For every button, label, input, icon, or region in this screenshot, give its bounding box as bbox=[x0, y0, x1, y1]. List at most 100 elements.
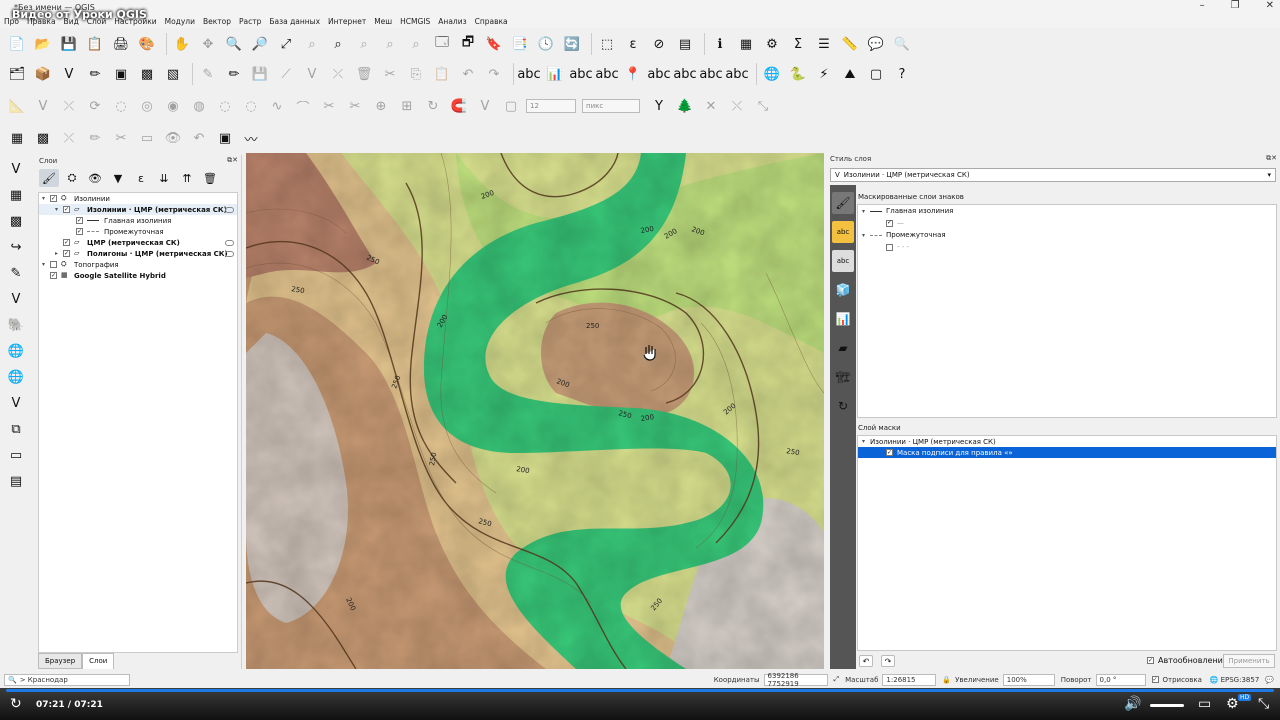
layer-styling-toggle-icon[interactable]: 🖌 bbox=[39, 169, 59, 187]
add-ring-icon[interactable]: ◎ bbox=[136, 95, 158, 117]
layer-tree-row[interactable]: ✓ Промежуточная bbox=[39, 226, 237, 237]
deselect-icon[interactable]: ⊘ bbox=[648, 33, 670, 55]
label-rotate-icon[interactable]: abc bbox=[647, 63, 670, 85]
menu-item[interactable]: Модули bbox=[165, 17, 195, 26]
auto-update-checkbox[interactable]: ✓ bbox=[1147, 657, 1154, 664]
add-delimited-text-icon[interactable]: ↪ bbox=[4, 236, 28, 258]
menu-item[interactable]: Вектор bbox=[203, 17, 231, 26]
select-features-icon[interactable]: ⬚ bbox=[596, 33, 618, 55]
rotate-feature-icon[interactable]: ⟳ bbox=[84, 95, 106, 117]
snap-type-icon[interactable]: ▢ bbox=[500, 95, 522, 117]
modify-attributes-icon[interactable]: ⤫ bbox=[327, 63, 349, 85]
add-spatialite-icon[interactable]: V bbox=[4, 288, 28, 310]
add-part-icon[interactable]: ◉ bbox=[162, 95, 184, 117]
scale-field[interactable]: 1:26815 bbox=[882, 673, 937, 686]
fill-ring-icon[interactable]: ◍ bbox=[188, 95, 210, 117]
paste-icon[interactable]: 📋 bbox=[431, 63, 453, 85]
layer-visibility-checkbox[interactable]: ✓ bbox=[63, 239, 70, 246]
manage-map-themes-icon[interactable]: 👁 bbox=[85, 169, 105, 187]
temporal-icon[interactable]: 🕓 bbox=[535, 33, 557, 55]
layer-tree-row[interactable]: ▸ ✓ ▱ Полигоны · ЦМР (метрическая СК) bbox=[39, 248, 237, 259]
processing-icon[interactable]: ⚙ bbox=[761, 33, 783, 55]
fullscreen-icon[interactable]: ⤡ bbox=[1258, 696, 1269, 712]
layer-tree-row[interactable]: ✓ Главная изолиния bbox=[39, 215, 237, 226]
plugin2-icon[interactable]: ▢ bbox=[865, 63, 887, 85]
pan-to-selection-icon[interactable]: ✥ bbox=[197, 33, 219, 55]
layer-tree-row[interactable]: ▾ ⛭ Топография bbox=[39, 259, 237, 270]
expand-arrow-icon[interactable]: ▾ bbox=[862, 208, 870, 215]
contour-icon[interactable]: 〰 bbox=[240, 127, 262, 149]
snap-tolerance-field[interactable]: 12 bbox=[526, 99, 576, 113]
save-as-icon[interactable]: 📋 bbox=[84, 33, 106, 55]
replay-icon[interactable]: ↻ bbox=[10, 696, 22, 712]
delete-ring-icon[interactable]: ◌ bbox=[214, 95, 236, 117]
identify-icon[interactable]: ℹ bbox=[709, 33, 731, 55]
zoom-full-icon[interactable]: ⤢ bbox=[275, 33, 297, 55]
add-wcs-icon[interactable]: V bbox=[4, 392, 28, 414]
labels-icon[interactable]: abc bbox=[832, 221, 854, 243]
open-attribute-icon[interactable]: ▤ bbox=[674, 33, 696, 55]
new-virtual-layer-icon[interactable]: ▩ bbox=[136, 63, 158, 85]
redo-icon[interactable]: ↷ bbox=[483, 63, 505, 85]
layer-styling-icon[interactable]: ▣ bbox=[214, 127, 236, 149]
expand-arrow-icon[interactable]: ▾ bbox=[862, 438, 870, 445]
new-geopackage-icon[interactable]: 📦 bbox=[32, 63, 54, 85]
undo2-icon[interactable]: ↶ bbox=[188, 127, 210, 149]
new-spatialite-icon[interactable]: ✏ bbox=[84, 63, 106, 85]
split-parts-icon[interactable]: ✂ bbox=[344, 95, 366, 117]
select-expression-icon[interactable]: ε bbox=[622, 33, 644, 55]
grid-color-icon[interactable]: ▩ bbox=[32, 127, 54, 149]
cut-label-icon[interactable]: ✂ bbox=[110, 127, 132, 149]
layer-indicator-icon[interactable] bbox=[225, 239, 234, 246]
visibility-icon[interactable]: 👁 bbox=[162, 127, 184, 149]
undo-icon[interactable]: ↶ bbox=[457, 63, 479, 85]
mask-checkbox[interactable]: ✓ bbox=[886, 449, 893, 456]
miniplayer-icon[interactable]: ▭ bbox=[1198, 696, 1211, 712]
layer-select[interactable]: V Изолинии · ЦМР (метрическая СК) ▾ bbox=[830, 168, 1276, 182]
expand-arrow-icon[interactable]: ▾ bbox=[55, 206, 63, 213]
video-progress-bar[interactable] bbox=[6, 689, 1274, 692]
merge-icon[interactable]: ⊕ bbox=[370, 95, 392, 117]
history-icon[interactable]: 🏗 bbox=[832, 366, 854, 388]
mask-layer-row[interactable]: ✓ Маска подписи для правила «» bbox=[858, 447, 1276, 458]
layer-visibility-checkbox[interactable]: ✓ bbox=[76, 228, 83, 235]
current-edits-icon[interactable]: ✎ bbox=[197, 63, 219, 85]
delete-part-icon[interactable]: ◌ bbox=[240, 95, 262, 117]
rotate-point-icon[interactable]: ↻ bbox=[422, 95, 444, 117]
measure-icon[interactable]: 📏 bbox=[839, 33, 861, 55]
cad-icon[interactable]: 📐 bbox=[6, 95, 28, 117]
masked-layer-row[interactable]: ✓ — bbox=[858, 217, 1276, 229]
zoom-last-icon[interactable]: ⌕ bbox=[379, 33, 401, 55]
diagram-icon[interactable]: 📊 bbox=[544, 63, 566, 85]
zoom-layer-icon[interactable]: ⌕ bbox=[327, 33, 349, 55]
crs-globe-icon[interactable]: 🌐 bbox=[1210, 676, 1219, 684]
redo-style-icon[interactable]: ↷ bbox=[881, 655, 895, 667]
menu-item[interactable]: База данных bbox=[269, 17, 320, 26]
layer-tree-row[interactable]: ✓ ▱ ЦМР (метрическая СК) bbox=[39, 237, 237, 248]
print-layout-icon[interactable]: 🖨 bbox=[110, 33, 132, 55]
digitize-icon[interactable]: ⟋ bbox=[275, 63, 297, 85]
masked-layer-row[interactable]: - - - bbox=[858, 241, 1276, 253]
menu-item[interactable]: Растр bbox=[239, 17, 261, 26]
expand-arrow-icon[interactable]: ▾ bbox=[42, 195, 50, 202]
statistics-icon[interactable]: Σ bbox=[787, 33, 809, 55]
python-console-icon[interactable]: 🐍 bbox=[787, 63, 809, 85]
auto-update-toggle[interactable]: ✓ Автообновление bbox=[1147, 656, 1228, 665]
save-edits-icon[interactable]: 💾 bbox=[249, 63, 271, 85]
rendering-icon[interactable]: ▰ bbox=[832, 337, 854, 359]
extents-toggle-icon[interactable]: ⤢ bbox=[834, 675, 840, 684]
rotate-label-icon[interactable]: ✏ bbox=[84, 127, 106, 149]
menu-item[interactable]: Анализ bbox=[438, 17, 466, 26]
vertex-icon[interactable]: V bbox=[32, 95, 54, 117]
label-show-icon[interactable]: abc bbox=[699, 63, 722, 85]
cancel-icon[interactable]: ✕ bbox=[700, 95, 722, 117]
data-source-manager-icon[interactable]: 🗂 bbox=[6, 63, 28, 85]
zoom-in-icon[interactable]: 🔍 bbox=[223, 33, 245, 55]
panel-close-icon[interactable]: ⧉✕ bbox=[227, 156, 238, 165]
expand-arrow-icon[interactable]: ▸ bbox=[55, 250, 63, 257]
volume-icon[interactable]: 🔊 bbox=[1124, 696, 1141, 712]
messages-icon[interactable]: 💬 bbox=[1265, 676, 1274, 684]
offset-curve-icon[interactable]: ⌒ bbox=[292, 95, 314, 117]
new-memory-layer-icon[interactable]: ▣ bbox=[110, 63, 132, 85]
mask-checkbox[interactable]: ✓ bbox=[886, 219, 893, 227]
